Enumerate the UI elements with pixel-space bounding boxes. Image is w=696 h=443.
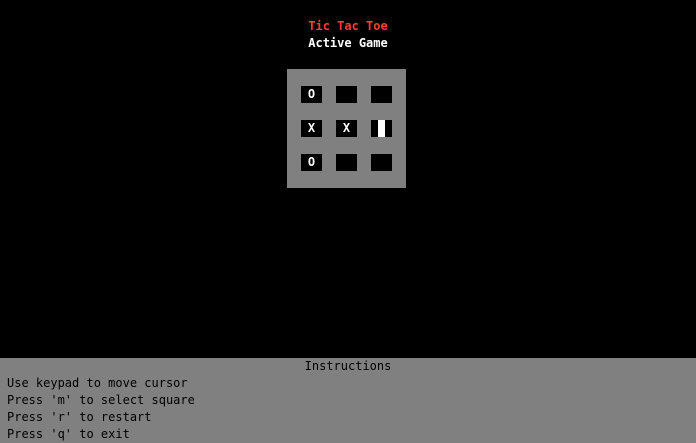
board-cell-0-1[interactable] [336, 86, 357, 103]
terminal-screen: Tic Tac Toe Active Game O X X O Instruct… [0, 0, 696, 443]
board-cell-0-2[interactable] [371, 86, 392, 103]
instruction-line-select: Press 'm' to select square [7, 393, 195, 407]
instruction-line-restart: Press 'r' to restart [7, 410, 152, 424]
board-cell-1-0[interactable]: X [301, 120, 322, 137]
instructions-panel: Instructions Use keypad to move cursor P… [0, 358, 696, 443]
board-cell-1-2[interactable] [371, 120, 392, 137]
instruction-line-exit: Press 'q' to exit [7, 427, 130, 441]
board-cell-2-1[interactable] [336, 154, 357, 171]
cursor-block [378, 120, 385, 137]
game-title: Tic Tac Toe [308, 19, 388, 33]
board-cell-0-0[interactable]: O [301, 86, 322, 103]
board-cell-2-0[interactable]: O [301, 154, 322, 171]
instruction-line-move: Use keypad to move cursor [7, 376, 188, 390]
game-board: O X X O [287, 69, 406, 188]
instructions-title: Instructions [304, 359, 392, 373]
game-status: Active Game [308, 36, 388, 50]
board-cell-1-1[interactable]: X [336, 120, 357, 137]
board-cell-2-2[interactable] [371, 154, 392, 171]
